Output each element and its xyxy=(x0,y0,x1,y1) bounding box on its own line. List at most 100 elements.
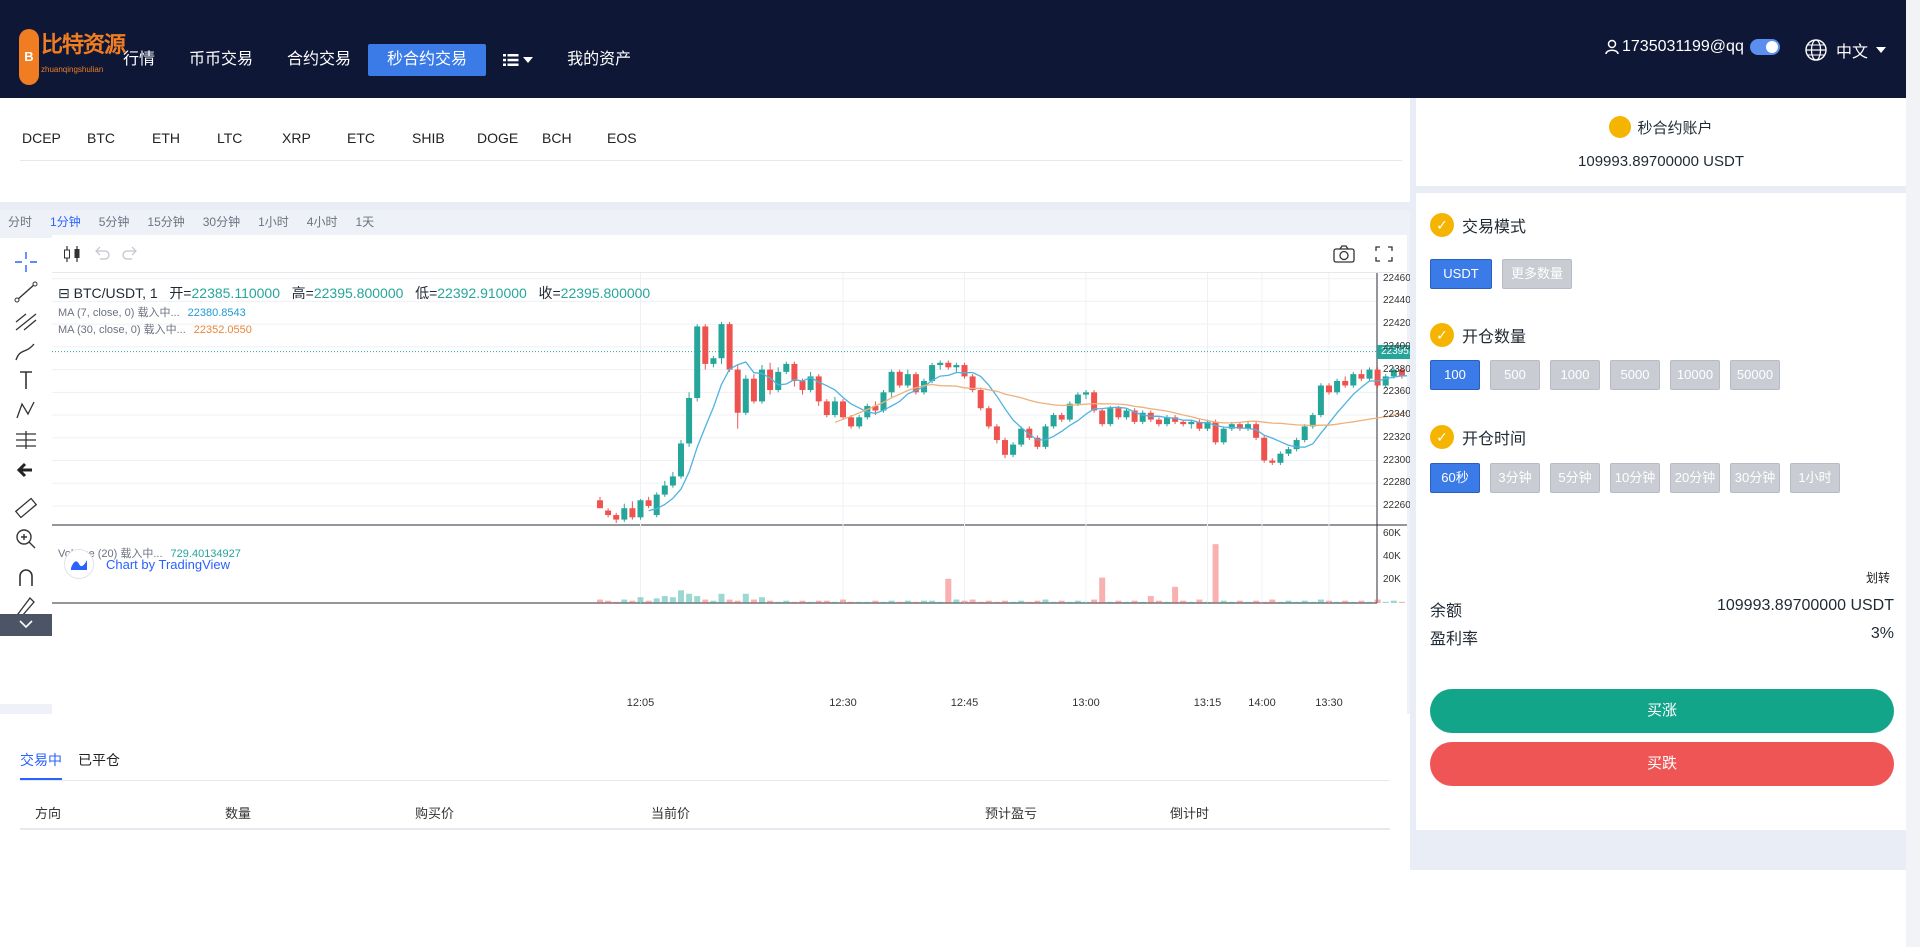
redo-icon[interactable] xyxy=(116,241,144,267)
coin-tab-etc[interactable]: ETC xyxy=(347,130,412,146)
volume-bar xyxy=(1382,601,1389,603)
time-option[interactable]: 60秒 xyxy=(1430,463,1480,493)
volume-bar xyxy=(929,600,936,603)
candle-body xyxy=(1342,380,1349,386)
mode-usdt-button[interactable]: USDT xyxy=(1430,259,1492,289)
coin-tab-xrp[interactable]: XRP xyxy=(282,130,347,146)
volume-bar xyxy=(1342,600,1349,603)
quantity-option[interactable]: 50000 xyxy=(1730,360,1780,390)
coin-tab-eos[interactable]: EOS xyxy=(607,130,672,146)
volume-bar xyxy=(1277,601,1284,603)
tab-trading[interactable]: 交易中 xyxy=(20,750,62,780)
measure-tool-icon[interactable] xyxy=(12,428,40,452)
coin-tab-ltc[interactable]: LTC xyxy=(217,130,282,146)
buy-up-button[interactable]: 买涨 xyxy=(1430,689,1894,733)
nav-more-menu[interactable] xyxy=(486,44,550,76)
camera-icon[interactable] xyxy=(1330,241,1358,267)
undo-icon[interactable] xyxy=(88,241,116,267)
coin-tab-btc[interactable]: BTC xyxy=(87,130,152,146)
time-option[interactable]: 5分钟 xyxy=(1550,463,1600,493)
trend-line-icon[interactable] xyxy=(12,280,40,304)
nav-item-second-contract[interactable]: 秒合约交易 xyxy=(368,44,487,76)
tradingview-chart[interactable]: ⊟ BTC/USDT, 1 开=22385.110000 高=22395.800… xyxy=(52,235,1464,714)
collapse-icon[interactable]: ⊟ xyxy=(58,285,70,301)
volume-bar xyxy=(1107,601,1114,603)
user-account[interactable]: 1735031199@qq xyxy=(1604,38,1780,56)
quantity-option[interactable]: 100 xyxy=(1430,360,1480,390)
positions-tabs: 交易中 已平仓 xyxy=(20,750,136,780)
volume-bar xyxy=(977,601,984,603)
fullscreen-icon[interactable] xyxy=(1370,241,1398,267)
candle-body xyxy=(1334,380,1341,393)
tradingview-watermark[interactable]: Chart by TradingView xyxy=(64,549,230,579)
interval-tab[interactable]: 1小时 xyxy=(258,213,289,230)
volume-bar xyxy=(645,600,652,603)
brand-logo[interactable]: B 比特资源 zhuanqingshulian xyxy=(19,25,126,89)
divider xyxy=(20,780,1390,781)
candle-body xyxy=(1050,415,1057,427)
interval-tab[interactable]: 4小时 xyxy=(307,213,338,230)
candle-body xyxy=(1002,440,1008,455)
zoom-in-icon[interactable] xyxy=(12,526,40,550)
time-option[interactable]: 1小时 xyxy=(1790,463,1840,493)
nav-item-market[interactable]: 行情 xyxy=(106,44,172,76)
volume-bar xyxy=(718,593,725,603)
nav-item-contract[interactable]: 合约交易 xyxy=(270,44,368,76)
interval-tab[interactable]: 15分钟 xyxy=(147,213,184,230)
open-value: 22385.110000 xyxy=(191,285,281,301)
crosshair-icon[interactable] xyxy=(12,250,40,274)
candle-body xyxy=(799,380,806,391)
coin-tab-shib[interactable]: SHIB xyxy=(412,130,477,146)
coin-tab-dcep[interactable]: DCEP xyxy=(22,130,87,146)
brush-icon[interactable] xyxy=(12,340,40,364)
volume-bar xyxy=(1131,600,1138,603)
volume-tick: 60K xyxy=(1383,527,1401,539)
time-option[interactable]: 3分钟 xyxy=(1490,463,1540,493)
magnet-icon[interactable] xyxy=(12,565,40,589)
fib-tool-icon[interactable] xyxy=(12,310,40,334)
tab-closed[interactable]: 已平仓 xyxy=(78,750,120,780)
interval-tab[interactable]: 5分钟 xyxy=(99,213,130,230)
pattern-tool-icon[interactable] xyxy=(12,398,40,422)
quantity-option[interactable]: 1000 xyxy=(1550,360,1600,390)
quantity-option[interactable]: 10000 xyxy=(1670,360,1720,390)
time-option[interactable]: 10分钟 xyxy=(1610,463,1660,493)
chevron-down-icon[interactable] xyxy=(0,614,52,636)
candle-body xyxy=(1058,415,1065,420)
candle-style-icon[interactable] xyxy=(58,241,86,267)
interval-tab[interactable]: 30分钟 xyxy=(203,213,240,230)
ruler-icon[interactable] xyxy=(12,496,40,520)
coin-tab-eth[interactable]: ETH xyxy=(152,130,217,146)
text-tool-icon[interactable] xyxy=(12,368,40,392)
candle-body xyxy=(977,390,984,409)
interval-tab[interactable]: 1天 xyxy=(355,213,374,230)
mode-more-button[interactable]: 更多数量 xyxy=(1502,259,1572,289)
main-nav: 行情 币币交易 合约交易 秒合约交易 我的资产 xyxy=(106,44,648,76)
theme-toggle[interactable] xyxy=(1749,39,1780,55)
coin-tab-bch[interactable]: BCH xyxy=(542,130,607,146)
volume-bar xyxy=(661,596,668,603)
nav-item-assets[interactable]: 我的资产 xyxy=(550,44,648,76)
candle-body xyxy=(945,362,952,368)
divider xyxy=(20,160,1402,161)
interval-tab[interactable]: 1分钟 xyxy=(50,213,81,230)
tradingview-label: Chart by TradingView xyxy=(106,556,231,572)
interval-tab[interactable]: 分时 xyxy=(8,213,32,230)
back-arrow-icon[interactable] xyxy=(12,458,40,482)
transfer-link[interactable]: 划转 xyxy=(1866,569,1890,586)
nav-item-spot[interactable]: 币币交易 xyxy=(172,44,270,76)
quantity-option[interactable]: 5000 xyxy=(1610,360,1660,390)
quantity-option[interactable]: 500 xyxy=(1490,360,1540,390)
candle-body xyxy=(678,443,684,477)
language-selector[interactable]: 中文 xyxy=(1804,38,1887,62)
buy-down-button[interactable]: 买跌 xyxy=(1430,742,1894,786)
time-tick: 14:00 xyxy=(1248,697,1276,709)
candle-body xyxy=(1285,449,1292,454)
price-chart-canvas[interactable] xyxy=(52,273,1407,713)
time-tick: 13:30 xyxy=(1315,697,1343,709)
time-option[interactable]: 20分钟 xyxy=(1670,463,1720,493)
check-icon: ✓ xyxy=(1430,323,1454,347)
page-scrollbar[interactable] xyxy=(1906,0,1920,947)
time-option[interactable]: 30分钟 xyxy=(1730,463,1780,493)
coin-tab-doge[interactable]: DOGE xyxy=(477,130,542,146)
